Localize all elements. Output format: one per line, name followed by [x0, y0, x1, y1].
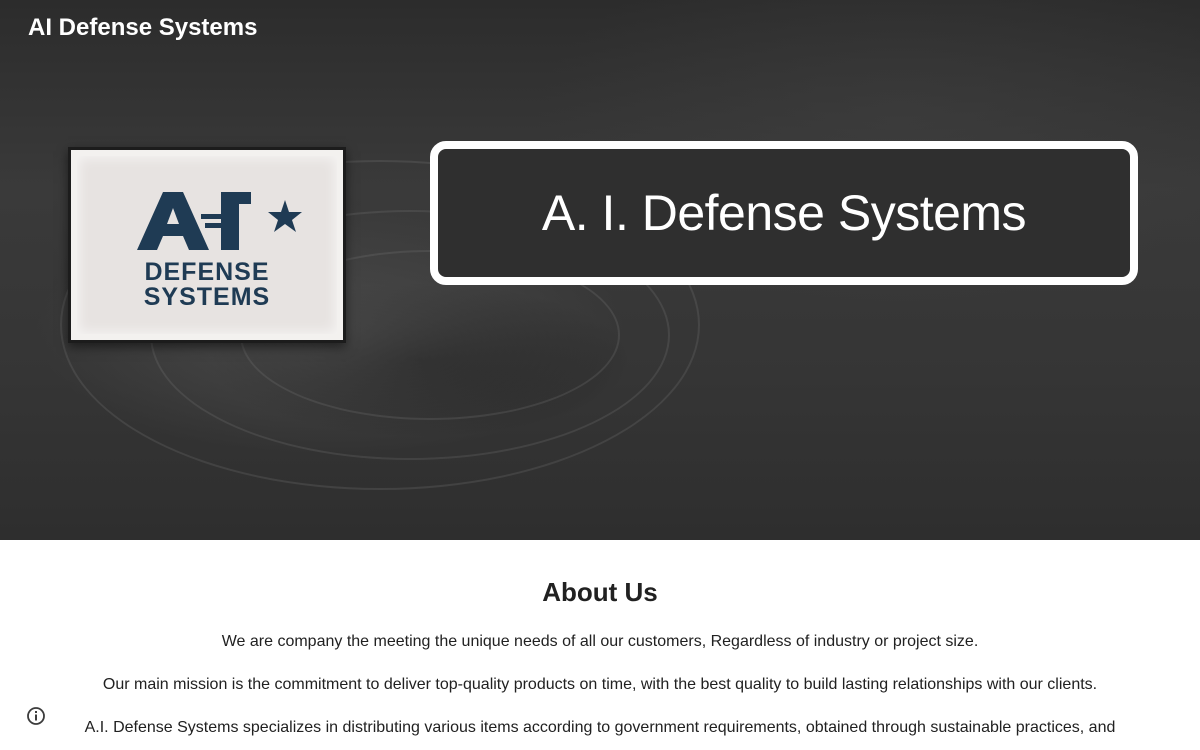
headline-text: A. I. Defense Systems [541, 185, 1027, 241]
company-logo: DEFENSE SYSTEMS [68, 147, 346, 343]
info-icon[interactable] [26, 706, 46, 726]
logo-text-line2: SYSTEMS [144, 283, 270, 311]
logo-graphic: DEFENSE SYSTEMS [137, 192, 302, 311]
site-title[interactable]: AI Defense Systems [28, 14, 257, 42]
hero-banner: AI Defense Systems DEFENSE SYSTEMS A. I.… [0, 0, 1200, 540]
about-title: About Us [542, 577, 658, 607]
about-paragraph: Our main mission is the commitment to de… [102, 676, 1098, 693]
about-section: About Us We are company the meeting the … [0, 540, 1200, 750]
about-paragraph: A.I. Defense Systems specializes in dist… [84, 719, 1116, 736]
logo-text-line1: DEFENSE [144, 258, 269, 286]
about-paragraph: We are company the meeting the unique ne… [221, 633, 979, 650]
headline-box: A. I. Defense Systems [430, 141, 1138, 285]
